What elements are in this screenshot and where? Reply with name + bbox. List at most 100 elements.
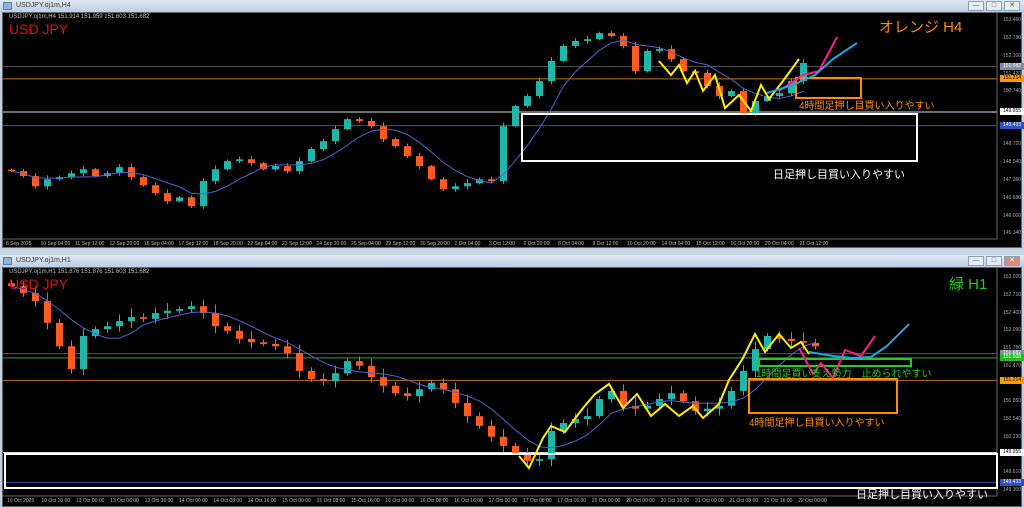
bullish-candle [524, 96, 531, 107]
bullish-candle [188, 306, 195, 310]
minimize-button[interactable]: — [968, 1, 984, 11]
price-tick-label: 146.680 [1003, 194, 1022, 201]
time-tick-label: 21 Oct 00:00 [695, 498, 724, 504]
h1-chart-window: USDJPY.oj1m,H1 — □ ✕ USDJPY.oj1m,H1 151.… [0, 255, 1024, 507]
time-tick-label: 8 Sep 2025 [6, 241, 32, 247]
bullish-candle [452, 186, 459, 190]
time-tick-label: 24 Sep 20:00 [316, 241, 347, 247]
bullish-candle [512, 106, 519, 127]
bullish-candle [320, 141, 327, 150]
bullish-candle [464, 183, 471, 187]
maximize-button[interactable]: □ [986, 1, 1002, 11]
bullish-candle [740, 370, 747, 391]
h1-window-titlebar[interactable]: USDJPY.oj1m,H1 — □ ✕ [0, 255, 1024, 267]
bullish-candle [728, 390, 735, 406]
maximize-button[interactable]: □ [986, 256, 1002, 266]
chart-window-icon [3, 2, 12, 10]
price-level-box: 151.214 [1000, 75, 1024, 83]
bullish-candle [656, 49, 663, 51]
time-tick-label: 8 Oct 04:00 [558, 241, 584, 247]
time-tick-label: 22 Oct 00:00 [798, 498, 827, 504]
bearish-candle [236, 330, 243, 339]
time-tick-label: 10 Oct 2025 [7, 498, 35, 504]
bearish-candle [380, 377, 387, 386]
time-tick-label: 2 Oct 04:00 [454, 241, 481, 247]
bullish-candle [176, 309, 183, 311]
bullish-candle [212, 169, 219, 182]
price-tick-label: 148.040 [1003, 159, 1022, 166]
daily-dip-annotation: 日足押し目買い入りやすい [773, 169, 905, 181]
time-tick-label: 13 Oct 00:00 [75, 498, 105, 504]
price-tick-label: 146.000 [1003, 212, 1022, 219]
time-tick-label: 15 Oct 08:00 [316, 498, 346, 504]
time-tick-label: 20 Oct 16:00 [660, 498, 690, 504]
h4-window-titlebar[interactable]: USDJPY.oj1m,H4 — □ ✕ [0, 0, 1024, 12]
time-tick-label: 29 Sep 12:00 [385, 241, 416, 247]
time-tick-label: 9 Oct 12:00 [592, 241, 619, 247]
bearish-candle [128, 167, 135, 178]
bearish-candle [680, 393, 687, 402]
h1-chart-svg [3, 268, 998, 497]
bullish-candle [596, 33, 603, 40]
price-tick-label: 153.020 [1003, 274, 1022, 280]
h4-dip-annotation: 4時間足押し目買い入りやすい [799, 101, 935, 112]
price-level-box: 151.608 [1000, 354, 1024, 362]
bullish-candle [224, 161, 231, 170]
h1-chart-area[interactable]: USDJPY.oj1m,H1 151.876 151.876 151.603 1… [2, 267, 1024, 507]
time-tick-label: 21 Oct 12:00 [799, 241, 829, 247]
close-button[interactable]: ✕ [1004, 256, 1020, 266]
price-tick-label: 149.300 [1003, 487, 1022, 493]
time-tick-label: 30 Sep 20:00 [420, 241, 450, 247]
bearish-candle [224, 326, 231, 331]
minimize-button[interactable]: — [968, 256, 984, 266]
price-tick-label: 150.230 [1003, 433, 1022, 440]
bearish-candle [440, 179, 447, 190]
time-tick-label: 16 Oct 08:00 [419, 498, 449, 504]
bullish-candle [128, 317, 135, 322]
bearish-candle [32, 293, 39, 302]
time-tick-label: 20 Oct 00:00 [591, 498, 621, 504]
time-tick-label: 18 Sep 20:00 [213, 241, 243, 247]
h1-support-annotation: 1時間足買い支え勢力 止められやすい [756, 369, 932, 380]
bullish-candle [176, 197, 183, 202]
price-level-box: 149.433 [1000, 478, 1024, 486]
h4-chart-area[interactable]: USDJPY.oj1m,H4 151.914 151.959 151.603 1… [2, 12, 1024, 248]
bearish-candle [404, 146, 411, 157]
time-tick-label: 14 Oct 16:00 [247, 498, 277, 504]
price-tick-label: 152.090 [1003, 327, 1022, 334]
bearish-candle [68, 346, 75, 370]
bullish-candle [584, 39, 591, 41]
bearish-candle [500, 436, 507, 446]
bearish-candle [488, 425, 495, 437]
bearish-candle [308, 370, 315, 379]
bearish-candle [284, 166, 291, 172]
bullish-candle [536, 459, 543, 461]
bearish-candle [56, 322, 63, 347]
bearish-candle [356, 361, 363, 366]
close-button[interactable]: ✕ [1004, 1, 1020, 11]
bearish-candle [248, 338, 255, 343]
time-tick-label: 10 Oct 20:00 [627, 241, 656, 247]
h4-zone-box [748, 378, 898, 414]
bearish-candle [320, 378, 327, 382]
bullish-candle [728, 91, 735, 97]
bullish-candle [572, 40, 579, 46]
price-tick-label: 150.740 [1003, 88, 1022, 95]
time-tick-label: 10 Oct 16:00 [41, 498, 71, 504]
bearish-candle [440, 382, 447, 390]
price-level-box: 149.433 [1000, 122, 1024, 130]
bearish-candle [368, 120, 375, 127]
price-tick-label: 149.610 [1003, 469, 1022, 476]
daily-dip-annotation: 日足押し目買い入りやすい [856, 489, 988, 501]
h4-ohlc-info: USDJPY.oj1m,H4 151.914 151.959 151.603 1… [9, 14, 150, 20]
bullish-candle [152, 313, 159, 319]
bearish-candle [44, 301, 51, 323]
bearish-candle [248, 159, 255, 164]
time-tick-label: 17 Oct 16:00 [557, 498, 587, 504]
bearish-candle [788, 338, 795, 342]
h4-dip-annotation: 4時間足押し目買い入りやすい [749, 418, 885, 429]
price-level-box: 151.682 [1000, 63, 1024, 71]
time-tick-label: 15 Oct 00:00 [282, 498, 311, 504]
price-tick-label: 152.400 [1003, 309, 1022, 316]
bearish-candle [284, 346, 291, 354]
